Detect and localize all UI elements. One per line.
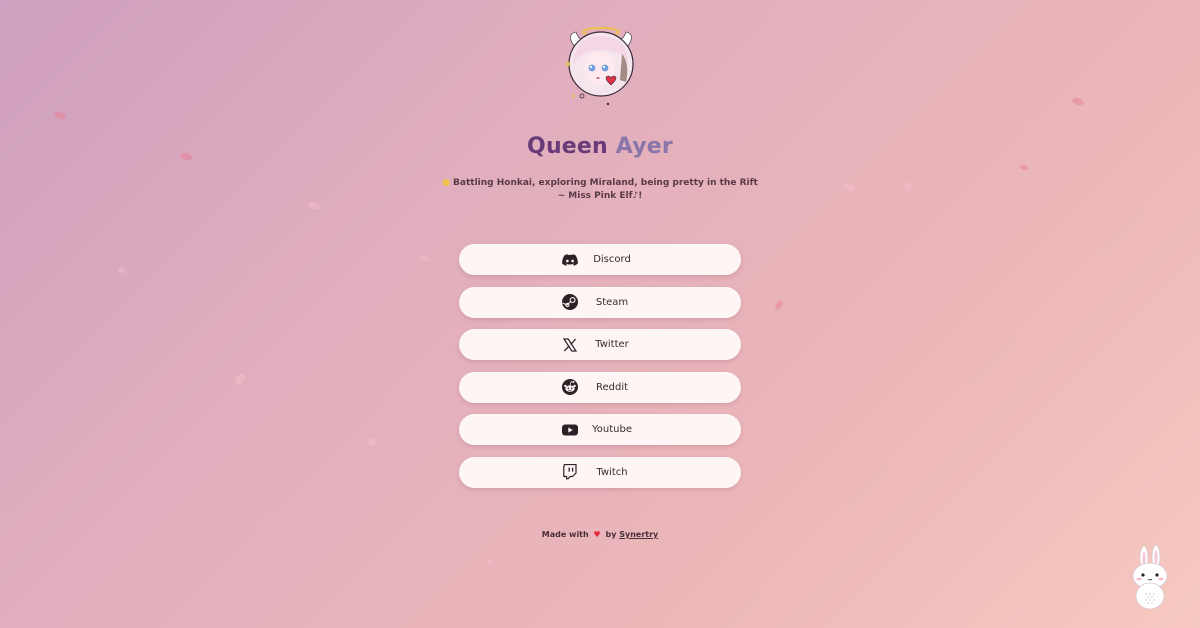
footer: Made with ♥ by Synertry: [0, 530, 1200, 539]
link-list: Discord Steam Twitter Reddit Youtube Twi…: [459, 244, 741, 500]
petal-decoration: [419, 254, 429, 263]
petal-decoration: [117, 266, 126, 275]
footer-made-with: Made with: [541, 530, 589, 539]
petal-decoration: [233, 371, 247, 387]
twitch-link-label: Twitch: [596, 466, 628, 478]
petal-decoration: [1019, 163, 1029, 172]
bio-line-1: ● Battling Honkai, exploring Miraland, be…: [0, 177, 1200, 190]
page-background: Queen Ayer ● Battling Honkai, exploring M…: [0, 0, 1200, 628]
sparkle-icon: ●: [442, 178, 451, 188]
twitter-link-label: Twitter: [595, 339, 629, 351]
author-link[interactable]: Synertry: [619, 530, 658, 539]
bio-text: ● Battling Honkai, exploring Miraland, be…: [0, 177, 1200, 203]
angel-avatar-icon: [566, 27, 634, 106]
twitch-icon: [561, 464, 578, 481]
petal-decoration: [53, 109, 67, 122]
petal-decoration: [366, 435, 378, 449]
reddit-icon: [561, 379, 578, 396]
heart-icon: ♥: [593, 530, 601, 539]
steam-link-button[interactable]: Steam: [459, 286, 741, 318]
reddit-link-label: Reddit: [595, 381, 629, 393]
discord-link-label: Discord: [593, 254, 631, 265]
petal-decoration: [1071, 95, 1085, 108]
youtube-link-label: Youtube: [592, 424, 632, 436]
reddit-link-button[interactable]: Reddit: [459, 371, 741, 403]
bio-line-2: ~ Miss Pink Elf♪!: [557, 191, 643, 201]
discord-link-button[interactable]: Discord: [459, 244, 741, 275]
steam-icon: [561, 294, 578, 311]
avatar: [560, 24, 642, 108]
youtube-icon: [561, 421, 578, 438]
name-last: Ayer: [615, 134, 673, 159]
footer-by: by: [605, 530, 617, 539]
bunny-mascot-icon: [1126, 544, 1174, 610]
name-first: Queen: [527, 134, 608, 159]
twitter-link-button[interactable]: Twitter: [459, 329, 741, 361]
x-twitter-icon: [561, 336, 578, 353]
steam-link-label: Steam: [595, 296, 629, 308]
discord-icon: [561, 251, 578, 268]
twitch-link-button[interactable]: Twitch: [459, 456, 741, 488]
petal-decoration: [485, 558, 495, 567]
youtube-link-button[interactable]: Youtube: [459, 414, 741, 446]
petal-decoration: [774, 299, 784, 311]
bio-line-1-text: Battling Honkai, exploring Miraland, bei…: [453, 178, 758, 188]
page-title: Queen Ayer: [0, 134, 1200, 159]
